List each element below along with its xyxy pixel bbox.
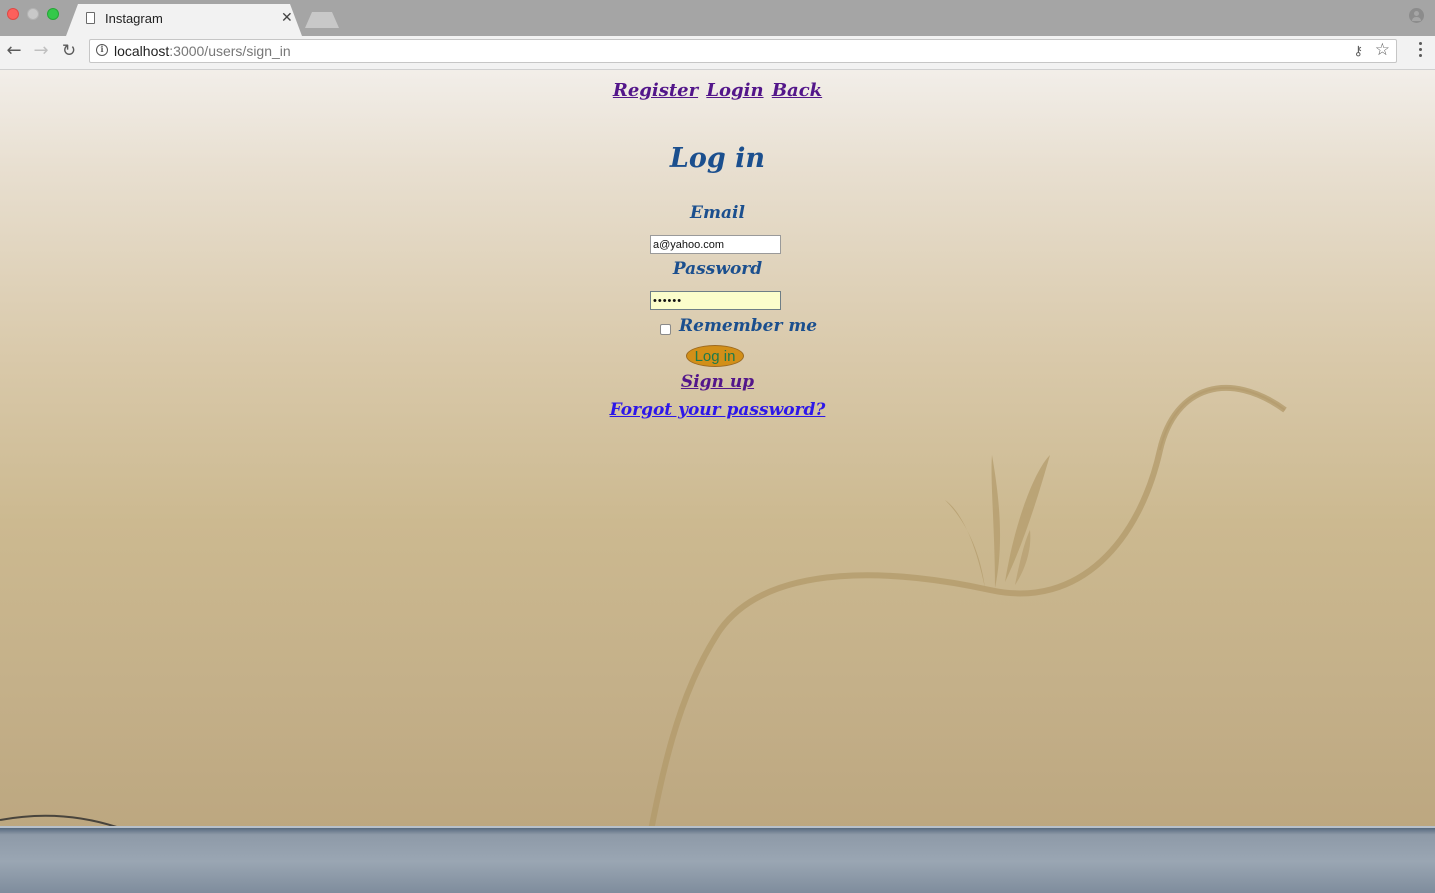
remember-me-label[interactable]: Remember me <box>679 316 817 336</box>
sign-up-link[interactable]: Sign up <box>681 372 754 392</box>
page-icon <box>86 12 95 24</box>
tab-strip: Instagram ✕ <box>0 0 1435 36</box>
wallpaper-decoration <box>0 384 1287 893</box>
forward-icon[interactable]: → <box>30 40 52 62</box>
window-maximize-button[interactable] <box>47 8 59 20</box>
browser-toolbar: ← → ↻ i localhost:3000/users/sign_in ⚷ ☆ <box>0 36 1435 70</box>
url-host: localhost <box>114 43 170 59</box>
top-nav: Register Login Back <box>0 80 1435 101</box>
login-link[interactable]: Login <box>706 80 763 101</box>
back-icon[interactable]: ← <box>3 40 25 62</box>
password-label: Password <box>672 259 763 279</box>
key-icon[interactable]: ⚷ <box>1353 44 1363 59</box>
new-tab-button[interactable] <box>305 12 339 28</box>
sign-up-row: Sign up <box>0 372 1435 392</box>
log-in-button[interactable]: Log in <box>686 345 744 367</box>
profile-icon[interactable] <box>1409 8 1424 23</box>
star-icon[interactable]: ☆ <box>1375 40 1390 60</box>
desktop-dock <box>0 826 1435 893</box>
tab-close-icon[interactable]: ✕ <box>281 9 293 27</box>
email-field[interactable] <box>650 235 781 254</box>
tab-instagram[interactable]: Instagram ✕ <box>66 4 302 36</box>
page-viewport: Register Login Back Log in Email Passwor… <box>0 70 1435 893</box>
info-icon[interactable]: i <box>96 44 108 56</box>
window-close-button[interactable] <box>7 8 19 20</box>
forgot-password-link[interactable]: Forgot your password? <box>610 400 826 420</box>
remember-me-checkbox[interactable] <box>660 324 671 335</box>
register-link[interactable]: Register <box>613 80 698 101</box>
page-title: Log in <box>669 143 766 174</box>
password-field[interactable] <box>650 291 781 310</box>
url-text[interactable]: localhost:3000/users/sign_in <box>114 43 291 59</box>
url-path: :3000/users/sign_in <box>169 43 291 59</box>
back-link[interactable]: Back <box>772 80 822 101</box>
forgot-password-row: Forgot your password? <box>0 400 1435 420</box>
reload-icon[interactable]: ↻ <box>58 40 80 62</box>
menu-icon[interactable] <box>1419 42 1423 60</box>
remember-me-row: Remember me <box>0 316 1435 338</box>
address-bar[interactable]: i localhost:3000/users/sign_in ⚷ ☆ <box>89 39 1397 63</box>
email-label: Email <box>690 203 745 223</box>
tab-title: Instagram <box>105 11 163 26</box>
window-minimize-button[interactable] <box>27 8 39 20</box>
